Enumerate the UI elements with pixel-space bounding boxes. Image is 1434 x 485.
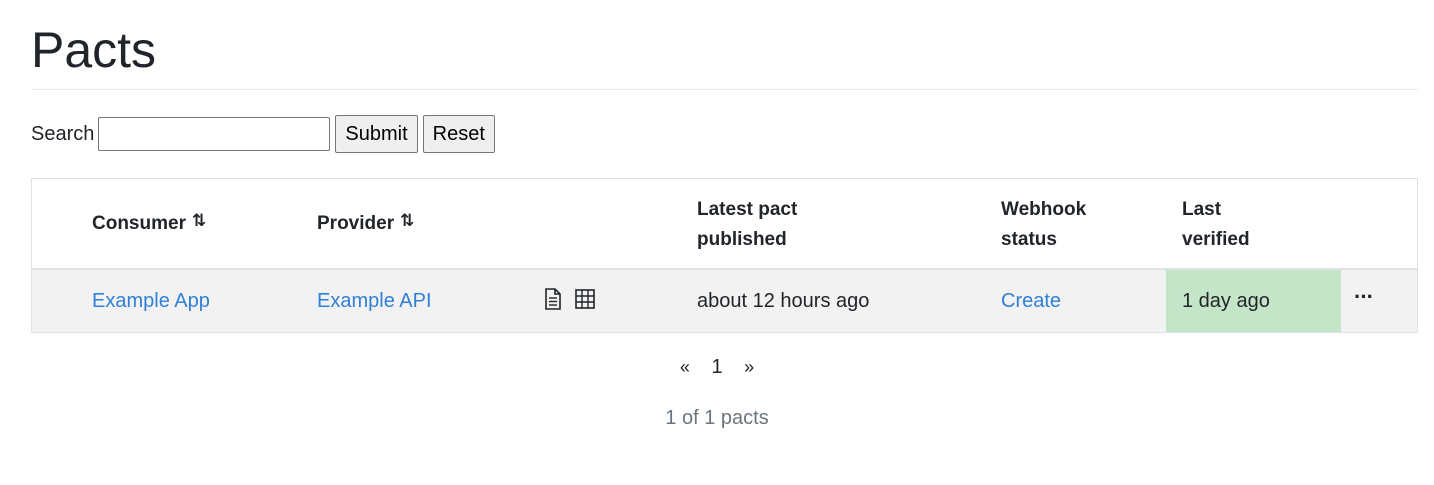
search-input[interactable] bbox=[98, 117, 331, 151]
table-row: Example App Example API about 12 hours a… bbox=[32, 270, 1417, 332]
consumer-link[interactable]: Example App bbox=[92, 270, 210, 332]
latest-pact-header-line2: published bbox=[697, 229, 787, 250]
row-actions-menu-icon[interactable]: ··· bbox=[1354, 266, 1374, 328]
submit-button[interactable]: Submit bbox=[335, 115, 418, 153]
pacts-table: Consumer ⇅ Provider ⇅ Latest pact publishe… bbox=[31, 178, 1418, 333]
previous-page-link[interactable]: « bbox=[680, 357, 690, 378]
search-form: Search Submit Reset bbox=[31, 115, 495, 153]
latest-pact-published: about 12 hours ago bbox=[697, 290, 870, 312]
consumer-header-label: Consumer bbox=[92, 213, 186, 234]
provider-link[interactable]: Example API bbox=[317, 270, 432, 332]
column-header-provider[interactable]: Provider ⇅ bbox=[317, 209, 414, 239]
column-header-latest-pact: Latest pact published bbox=[697, 195, 797, 255]
provider-header-label: Provider bbox=[317, 213, 395, 234]
pagination: « 1 » bbox=[0, 356, 1434, 379]
webhook-header-line2: status bbox=[1001, 229, 1057, 250]
pacts-page: Pacts Search Submit Reset Consumer ⇅ Prov… bbox=[0, 0, 1434, 485]
page-title: Pacts bbox=[31, 22, 157, 78]
last-verified-cell: 1 day ago bbox=[1166, 270, 1341, 332]
column-header-last-verified: Last verified bbox=[1182, 195, 1250, 255]
table-header-row: Consumer ⇅ Provider ⇅ Latest pact publishe… bbox=[32, 179, 1417, 270]
webhook-create-link[interactable]: Create bbox=[1001, 270, 1061, 332]
last-verified-header-line1: Last bbox=[1182, 199, 1222, 220]
next-page-link[interactable]: » bbox=[744, 357, 754, 378]
current-page[interactable]: 1 bbox=[711, 356, 722, 379]
table-grid-icon[interactable] bbox=[575, 288, 595, 314]
search-label: Search bbox=[31, 122, 95, 145]
title-divider bbox=[31, 89, 1418, 90]
column-header-webhook-status: Webhook status bbox=[1001, 195, 1086, 255]
webhook-header-line1: Webhook bbox=[1001, 199, 1087, 220]
last-verified-header-line2: verified bbox=[1182, 229, 1250, 250]
reset-button[interactable]: Reset bbox=[422, 115, 495, 153]
column-header-consumer[interactable]: Consumer ⇅ bbox=[92, 209, 206, 239]
pact-document-link[interactable] bbox=[543, 270, 563, 332]
document-icon[interactable] bbox=[543, 287, 563, 315]
latest-pact-header-line1: Latest pact bbox=[697, 199, 798, 220]
sort-icon[interactable]: ⇅ bbox=[192, 211, 206, 230]
sort-icon[interactable]: ⇅ bbox=[400, 211, 414, 230]
pagination-summary: 1 of 1 pacts bbox=[665, 407, 769, 429]
last-verified-value: 1 day ago bbox=[1182, 290, 1270, 312]
pact-matrix-link[interactable] bbox=[575, 270, 595, 332]
